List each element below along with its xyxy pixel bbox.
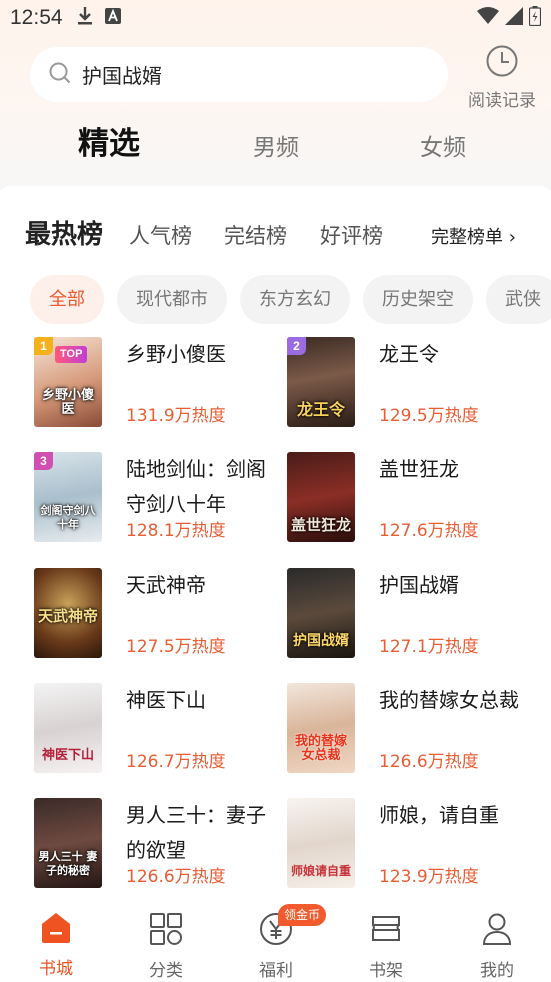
- tab-female[interactable]: 女频: [420, 128, 466, 162]
- book-title: 师娘，请自重: [379, 803, 499, 827]
- reading-history-label: 阅读记录: [468, 91, 536, 111]
- book-heat: 129.5万热度: [379, 406, 479, 426]
- bookstore-icon: [39, 912, 73, 948]
- book-cover: 师娘请自重: [287, 798, 355, 888]
- book-item-2[interactable]: 2 龙王令 龙王令 129.5万热度: [287, 337, 537, 429]
- book-cover: 3 剑阁守剑八十年: [34, 452, 102, 542]
- book-heat: 127.6万热度: [379, 521, 479, 541]
- cover-title: 我的替嫁女总裁: [294, 734, 347, 763]
- book-title: 盖世狂龙: [379, 457, 459, 481]
- status-bar: 12:54: [0, 0, 551, 36]
- nav-label: 分类: [149, 961, 183, 981]
- clock-icon: [485, 44, 519, 82]
- wifi-icon: [477, 7, 499, 29]
- download-icon: [77, 6, 93, 30]
- book-title: 龙王令: [379, 342, 439, 366]
- battery-icon: [528, 6, 542, 30]
- cover-title: 男人三十 妻子的秘密: [38, 850, 98, 877]
- book-cover: 天武神帝: [34, 568, 102, 658]
- book-title: 神医下山: [126, 688, 206, 712]
- category-chips: 全部 现代都市 东方玄幻 历史架空 武侠: [30, 275, 551, 327]
- book-title: 陆地剑仙：剑阁守剑八十年: [126, 457, 266, 516]
- full-ranking-link[interactable]: 完整榜单 ›: [431, 223, 516, 249]
- book-item-7[interactable]: 神医下山 神医下山 126.7万热度: [34, 683, 284, 775]
- book-heat: 126.7万热度: [126, 752, 226, 772]
- cover-title: 盖世狂龙: [290, 516, 351, 534]
- book-title: 护国战婿: [379, 573, 459, 597]
- book-item-3[interactable]: 3 剑阁守剑八十年 陆地剑仙：剑阁守剑八十年 128.1万热度: [34, 452, 284, 544]
- claim-coins-badge[interactable]: 领金币: [278, 904, 327, 926]
- book-cover: 护国战婿: [287, 568, 355, 658]
- bookshelf-icon: [369, 912, 403, 950]
- book-item-1[interactable]: 1 TOP 乡野小傻医 乡野小傻医 131.9万热度: [34, 337, 284, 429]
- book-heat: 128.1万热度: [126, 521, 226, 541]
- cover-title: 师娘请自重: [290, 864, 351, 878]
- cover-title: 护国战婿: [293, 633, 349, 649]
- rank-tab-popular[interactable]: 人气榜: [129, 220, 192, 250]
- cover-title: 神医下山: [41, 748, 94, 763]
- book-heat: 126.6万热度: [126, 867, 226, 887]
- category-eastern-fantasy[interactable]: 东方玄幻: [240, 275, 350, 324]
- nav-label: 书架: [369, 961, 403, 981]
- book-cover: 男人三十 妻子的秘密: [34, 798, 102, 888]
- bottom-nav: 书城 分类 福利 书架 我的: [0, 906, 551, 982]
- book-heat: 127.1万热度: [379, 637, 479, 657]
- tab-male[interactable]: 男频: [253, 128, 299, 162]
- reading-history-button[interactable]: 阅读记录: [460, 44, 544, 111]
- book-item-4[interactable]: 盖世狂龙 盖世狂龙 127.6万热度: [287, 452, 537, 544]
- book-cover: 我的替嫁女总裁: [287, 683, 355, 773]
- book-title: 乡野小傻医: [126, 342, 226, 366]
- cover-title: 剑阁守剑八十年: [40, 504, 96, 531]
- app-notification-icon: [104, 8, 121, 28]
- book-item-5[interactable]: 天武神帝 天武神帝 127.5万热度: [34, 568, 284, 660]
- book-item-6[interactable]: 护国战婿 护国战婿 127.1万热度: [287, 568, 537, 660]
- category-wuxia[interactable]: 武侠: [486, 275, 551, 324]
- book-item-10[interactable]: 师娘请自重 师娘，请自重 123.9万热度: [287, 798, 537, 890]
- nav-label: 福利: [259, 961, 293, 981]
- category-all[interactable]: 全部: [30, 275, 104, 324]
- book-heat: 126.6万热度: [379, 752, 479, 772]
- nav-label: 书城: [39, 959, 73, 979]
- nav-profile[interactable]: 我的: [457, 912, 537, 981]
- book-item-8[interactable]: 我的替嫁女总裁 我的替嫁女总裁 126.6万热度: [287, 683, 537, 775]
- category-history[interactable]: 历史架空: [363, 275, 473, 324]
- cover-title: 天武神帝: [37, 607, 98, 625]
- rank-badge: 3: [34, 452, 53, 470]
- category-urban[interactable]: 现代都市: [117, 275, 227, 324]
- rank-tabs: 最热榜 人气榜 完结榜 好评榜 完整榜单 ›: [0, 212, 551, 256]
- search-input[interactable]: 护国战婿: [30, 47, 448, 102]
- status-time: 12:54: [10, 6, 63, 29]
- signal-icon: [505, 7, 523, 29]
- rank-tab-rated[interactable]: 好评榜: [320, 220, 383, 250]
- book-title: 天武神帝: [126, 573, 206, 597]
- book-cover: 2 龙王令: [287, 337, 355, 427]
- book-heat: 131.9万热度: [126, 406, 226, 426]
- rank-tab-hot[interactable]: 最热榜: [25, 214, 103, 251]
- rank-badge: 2: [287, 337, 306, 355]
- nav-category[interactable]: 分类: [126, 912, 206, 981]
- user-icon: [480, 912, 514, 950]
- book-title: 我的替嫁女总裁: [379, 688, 519, 712]
- search-query: 护国战婿: [82, 64, 162, 88]
- book-heat: 123.9万热度: [379, 867, 479, 887]
- channel-tabs: 精选 男频 女频: [0, 118, 551, 170]
- rank-badge: 1: [34, 337, 53, 355]
- cover-title: 龙王令: [296, 400, 345, 419]
- search-icon: [48, 61, 72, 89]
- book-cover: 神医下山: [34, 683, 102, 773]
- book-item-9[interactable]: 男人三十 妻子的秘密 男人三十：妻子的欲望 126.6万热度: [34, 798, 284, 890]
- book-cover: 盖世狂龙: [287, 452, 355, 542]
- book-heat: 127.5万热度: [126, 637, 226, 657]
- cover-title: 乡野小傻医: [41, 388, 94, 417]
- top-tag: TOP: [55, 346, 88, 363]
- nav-label: 我的: [480, 961, 514, 981]
- tab-featured[interactable]: 精选: [78, 118, 140, 163]
- nav-bookshelf[interactable]: 书架: [346, 912, 426, 981]
- category-grid-icon: [149, 912, 183, 950]
- book-title: 男人三十：妻子的欲望: [126, 803, 266, 862]
- book-cover: 1 TOP 乡野小傻医: [34, 337, 102, 427]
- rank-tab-finished[interactable]: 完结榜: [224, 220, 287, 250]
- nav-bookstore[interactable]: 书城: [16, 912, 96, 979]
